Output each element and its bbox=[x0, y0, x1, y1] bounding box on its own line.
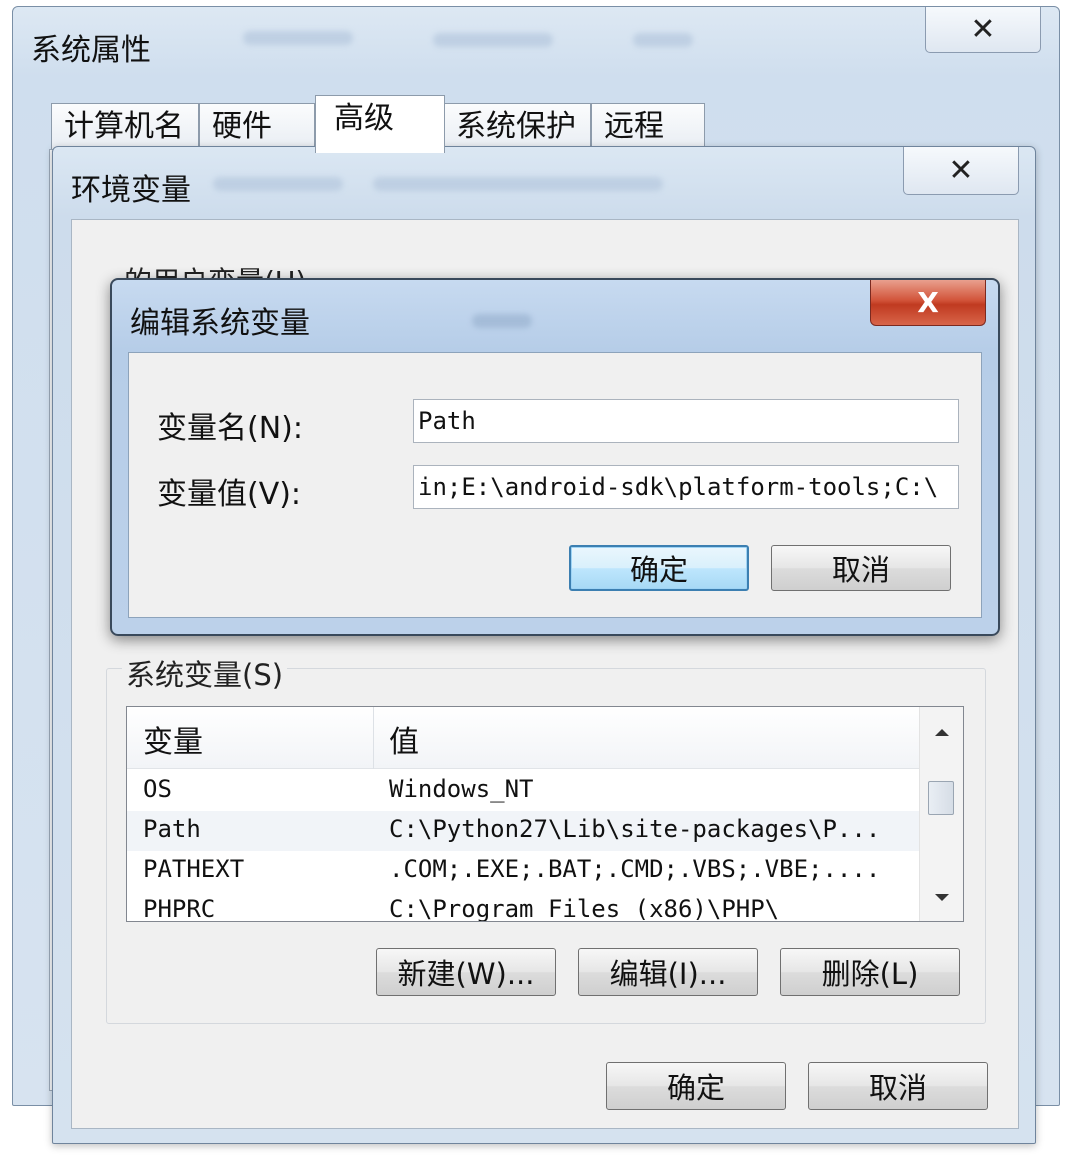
variable-name: OS bbox=[143, 775, 172, 803]
system-variables-list[interactable]: 变量 值 OS Windows_NT Path C:\Python27\Lib\… bbox=[126, 706, 964, 922]
variable-name-label: 变量名(N): bbox=[157, 411, 303, 446]
scroll-down-button[interactable] bbox=[920, 881, 963, 915]
system-variables-label: 系统变量(S) bbox=[122, 652, 288, 694]
variable-name: PHPRC bbox=[143, 895, 216, 922]
ok-button[interactable]: 确定 bbox=[606, 1062, 786, 1110]
table-row[interactable]: PHPRC C:\Program Files (x86)\PHP\ bbox=[127, 891, 919, 922]
scroll-up-button[interactable] bbox=[920, 715, 963, 749]
edit-system-variable-dialog: 编辑系统变量 X 变量名(N): 变量值(V): 确定 取消 bbox=[110, 278, 1000, 636]
cancel-button[interactable]: 取消 bbox=[771, 545, 951, 591]
list-header: 变量 值 bbox=[127, 707, 919, 769]
table-row[interactable]: Path C:\Python27\Lib\site-packages\P... bbox=[127, 811, 919, 851]
blurred-background-text bbox=[633, 33, 693, 47]
new-variable-button[interactable]: 新建(W)... bbox=[376, 948, 556, 996]
column-header-variable[interactable]: 变量 bbox=[143, 717, 203, 761]
close-icon: X bbox=[917, 286, 939, 319]
blurred-background-text bbox=[373, 177, 663, 191]
edit-dialog-body: 变量名(N): 变量值(V): 确定 取消 bbox=[128, 352, 982, 618]
variable-value-label: 变量值(V): bbox=[157, 477, 302, 512]
variable-name: Path bbox=[143, 815, 201, 843]
tab-advanced[interactable]: 高级 bbox=[315, 95, 445, 153]
window-title: 系统属性 bbox=[31, 33, 151, 68]
tab-system-protection[interactable]: 系统保护 bbox=[443, 103, 591, 151]
close-button[interactable]: X bbox=[870, 280, 986, 326]
tab-computer-name[interactable]: 计算机名 bbox=[51, 103, 199, 151]
table-row[interactable]: PATHEXT .COM;.EXE;.BAT;.CMD;.VBS;.VBE;..… bbox=[127, 851, 919, 891]
variable-value: Windows_NT bbox=[389, 775, 534, 803]
column-header-value[interactable]: 值 bbox=[389, 717, 419, 761]
variable-value: .COM;.EXE;.BAT;.CMD;.VBS;.VBE;.... bbox=[389, 855, 881, 883]
column-divider[interactable] bbox=[373, 707, 374, 769]
variable-value: C:\Program Files (x86)\PHP\ bbox=[389, 895, 780, 922]
close-icon: ✕ bbox=[970, 12, 996, 47]
variable-name-field[interactable] bbox=[413, 399, 959, 443]
vertical-scrollbar[interactable] bbox=[919, 707, 963, 921]
chevron-up-icon bbox=[935, 729, 949, 736]
delete-variable-button[interactable]: 删除(L) bbox=[780, 948, 960, 996]
edit-variable-button[interactable]: 编辑(I)... bbox=[578, 948, 758, 996]
window-title: 环境变量 bbox=[71, 173, 191, 208]
blurred-background-text bbox=[243, 31, 353, 45]
tab-remote[interactable]: 远程 bbox=[591, 103, 705, 151]
variable-name: PATHEXT bbox=[143, 855, 245, 883]
chevron-down-icon bbox=[935, 894, 949, 901]
blurred-background-text bbox=[433, 33, 553, 47]
table-row[interactable]: OS Windows_NT bbox=[127, 771, 919, 811]
dialog-title: 编辑系统变量 bbox=[130, 306, 310, 341]
tab-hardware[interactable]: 硬件 bbox=[199, 103, 315, 151]
ok-button[interactable]: 确定 bbox=[569, 545, 749, 591]
blurred-background-text bbox=[213, 177, 343, 191]
close-button[interactable]: ✕ bbox=[903, 147, 1019, 195]
close-icon: ✕ bbox=[948, 153, 974, 188]
variable-value: C:\Python27\Lib\site-packages\P... bbox=[389, 815, 881, 843]
cancel-button[interactable]: 取消 bbox=[808, 1062, 988, 1110]
scrollbar-thumb[interactable] bbox=[928, 781, 954, 815]
variable-value-field[interactable] bbox=[413, 465, 959, 509]
close-button[interactable]: ✕ bbox=[925, 7, 1041, 53]
blurred-background-text bbox=[472, 314, 532, 328]
